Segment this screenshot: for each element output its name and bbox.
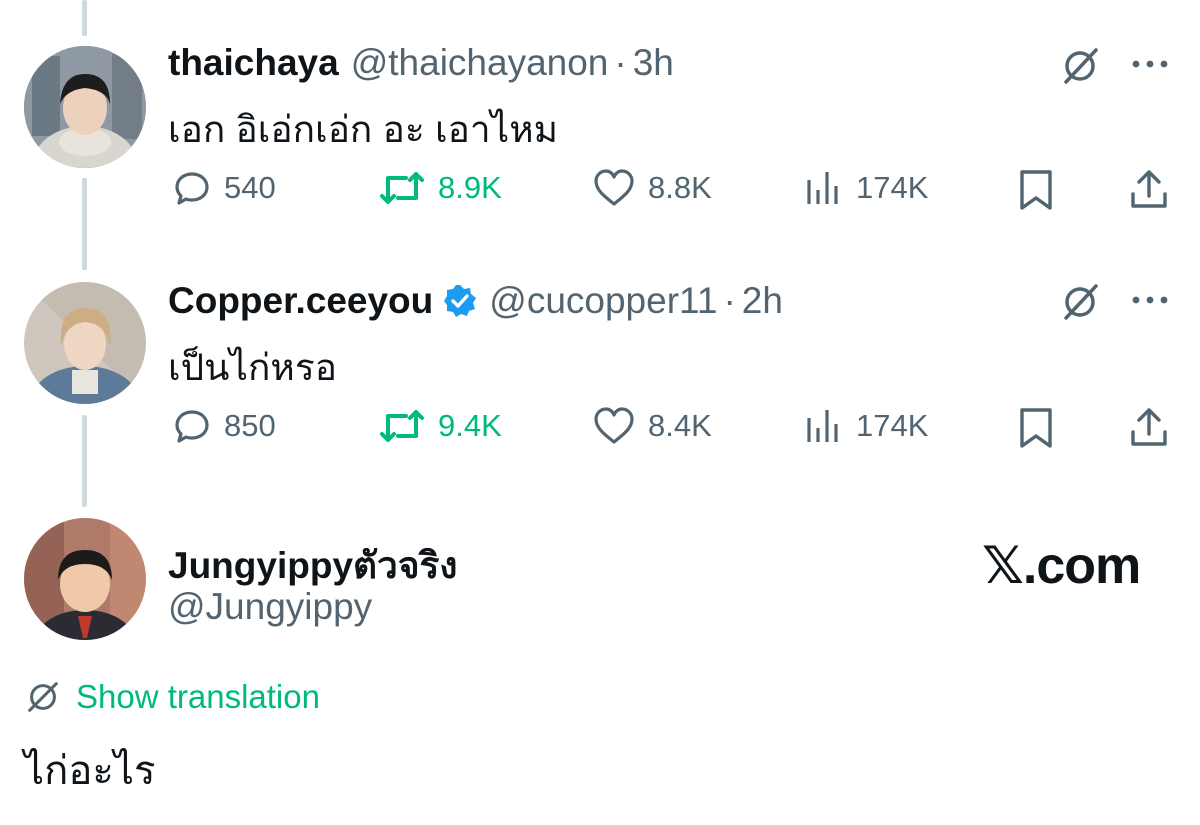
reply-button[interactable]: 850 (172, 406, 276, 446)
translate-icon (28, 682, 58, 712)
grok-icon[interactable] (1058, 280, 1102, 324)
like-button[interactable]: 8.8K (592, 168, 712, 208)
views-icon (807, 410, 838, 442)
bookmark-icon (1020, 408, 1052, 448)
views-icon (807, 172, 838, 204)
verified-badge-icon (443, 284, 477, 318)
avatar[interactable] (24, 282, 146, 404)
separator-dot: · (723, 280, 736, 321)
repost-icon (380, 410, 424, 442)
views-button[interactable]: 174K (804, 406, 928, 446)
thread-line-top (82, 0, 87, 36)
bookmark-icon (1020, 170, 1052, 210)
timestamp[interactable]: 3h (633, 42, 674, 84)
repost-icon (380, 172, 424, 204)
like-icon (594, 407, 634, 444)
bookmark-button[interactable] (1016, 168, 1056, 217)
repost-button[interactable]: 8.9K (378, 168, 502, 208)
like-button[interactable]: 8.4K (592, 406, 712, 446)
tweet-2-header: Copper.ceeyou @cucopper11 · 2h (168, 280, 783, 322)
avatar[interactable] (24, 46, 146, 168)
like-count: 8.8K (648, 170, 712, 205)
main-post-text: ไก่อะไร (24, 749, 156, 793)
main-post-handle-row: @Jungyippy (168, 586, 372, 628)
tweet-text: เอก อิเอ่กเอ่ก อะ เอาไหม (168, 109, 558, 150)
reply-button[interactable]: 540 (172, 168, 276, 208)
show-translation-link[interactable]: Show translation (24, 678, 320, 716)
views-count: 174K (856, 408, 929, 443)
bookmark-button[interactable] (1016, 406, 1056, 455)
share-icon (1131, 408, 1167, 446)
tweet-1-header: thaichaya @thaichayanon · 3h (168, 42, 674, 84)
show-translation-label[interactable]: Show translation (76, 678, 320, 716)
repost-button[interactable]: 9.4K (378, 406, 502, 446)
repost-count: 9.4K (438, 408, 502, 443)
avatar[interactable] (24, 518, 146, 640)
reply-icon (175, 172, 209, 205)
like-count: 8.4K (648, 408, 712, 443)
xcom-watermark: 𝕏.com (982, 537, 1141, 595)
like-icon (594, 169, 634, 206)
display-name[interactable]: Copper.ceeyou (168, 280, 433, 322)
tweet-text: เป็นไก่หรอ (168, 347, 337, 388)
grok-icon[interactable] (1058, 44, 1102, 88)
reply-icon (175, 410, 209, 443)
share-icon (1131, 170, 1167, 208)
user-handle[interactable]: @cucopper11 (489, 280, 717, 322)
timestamp[interactable]: 2h (742, 280, 783, 322)
share-button[interactable] (1128, 168, 1170, 217)
user-handle[interactable]: @thaichayanon (351, 42, 609, 84)
thread-line-2 (82, 415, 87, 507)
views-button[interactable]: 174K (804, 168, 928, 208)
separator-dot: · (614, 42, 627, 83)
more-icon[interactable] (1130, 56, 1170, 72)
views-count: 174K (856, 170, 929, 205)
share-button[interactable] (1128, 406, 1170, 455)
display-name[interactable]: thaichaya (168, 42, 339, 84)
reply-count: 850 (224, 408, 276, 443)
reply-count: 540 (224, 170, 276, 205)
repost-count: 8.9K (438, 170, 502, 205)
user-handle[interactable]: @Jungyippy (168, 586, 372, 628)
more-icon[interactable] (1130, 292, 1170, 308)
thread-line-1 (82, 178, 87, 270)
